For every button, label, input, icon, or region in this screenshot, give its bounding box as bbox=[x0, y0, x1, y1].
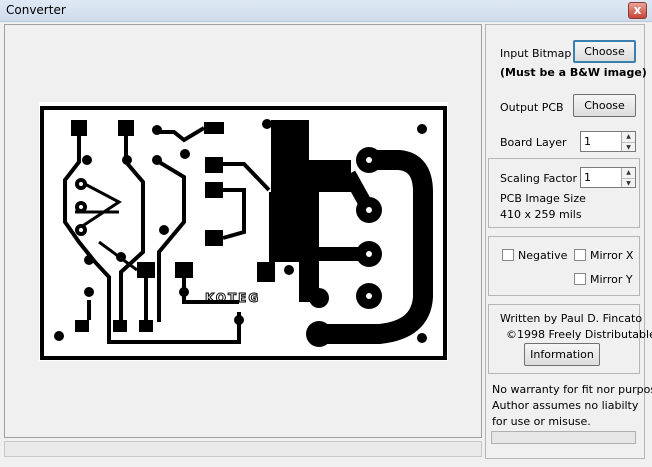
written-by-text: Written by Paul D. Fincato bbox=[500, 312, 643, 325]
pcb-pad-square bbox=[205, 230, 223, 246]
scaling-factor-label: Scaling Factor bbox=[500, 172, 578, 185]
board-layer-label: Board Layer bbox=[500, 136, 567, 149]
input-bitmap-note: (Must be a B&W image) bbox=[500, 66, 647, 79]
spin-down-icon[interactable]: ▼ bbox=[622, 141, 635, 151]
close-button[interactable]: x bbox=[628, 2, 647, 19]
pcb-pad bbox=[309, 288, 329, 308]
negative-checkbox[interactable] bbox=[502, 249, 514, 261]
mirror-y-label: Mirror Y bbox=[590, 273, 633, 286]
warranty-line-3: for use or misuse. bbox=[492, 415, 591, 428]
pcb-bitmap-preview: KOTEG bbox=[39, 102, 448, 361]
pcb-pad-square bbox=[205, 157, 223, 173]
pcb-pad bbox=[82, 155, 92, 165]
copyright-text: ©1998 Freely Distributable bbox=[506, 328, 652, 341]
spin-down-icon[interactable]: ▼ bbox=[622, 177, 635, 187]
progress-bar bbox=[491, 431, 636, 444]
pcb-pad-square bbox=[205, 182, 223, 198]
warranty-line-2: Author assumes no liabilty bbox=[492, 399, 639, 412]
pcb-pad-square bbox=[71, 120, 87, 136]
pcb-hole-inner bbox=[366, 207, 372, 213]
pcb-hole-inner bbox=[366, 251, 372, 257]
board-layer-input[interactable] bbox=[581, 132, 619, 151]
negative-label: Negative bbox=[518, 249, 568, 262]
pcb-pad-white bbox=[79, 228, 83, 232]
input-bitmap-choose-button[interactable]: Choose bbox=[573, 40, 636, 63]
pcb-pad bbox=[234, 315, 244, 325]
pcb-hole bbox=[417, 333, 427, 343]
pcb-pad bbox=[84, 287, 94, 297]
pcb-pad bbox=[152, 125, 162, 135]
pcb-pad bbox=[306, 321, 332, 347]
scaling-factor-spinner[interactable]: ▲ ▼ bbox=[580, 167, 636, 188]
scaling-factor-input[interactable] bbox=[581, 168, 619, 187]
pcb-image-size-label: PCB Image Size bbox=[500, 192, 586, 205]
pcb-pad-square bbox=[204, 122, 224, 134]
pcb-hole bbox=[54, 331, 64, 341]
pcb-pad-square bbox=[175, 262, 193, 278]
pcb-hole-inner bbox=[366, 157, 372, 163]
input-bitmap-label: Input Bitmap bbox=[500, 47, 572, 60]
pcb-pad bbox=[84, 255, 94, 265]
pcb-pad-white bbox=[79, 182, 83, 186]
pcb-hole bbox=[262, 119, 272, 129]
pcb-hole-inner bbox=[366, 293, 372, 299]
pcb-pad-square bbox=[118, 120, 134, 136]
board-layer-spinner[interactable]: ▲ ▼ bbox=[580, 131, 636, 152]
pcb-pad bbox=[159, 225, 169, 235]
pcb-pad bbox=[179, 287, 189, 297]
mirror-x-label: Mirror X bbox=[590, 249, 634, 262]
pcb-image-size-value: 410 x 259 mils bbox=[500, 208, 582, 221]
warranty-line-1: No warranty for fit nor purpose bbox=[492, 383, 652, 396]
window-title: Converter bbox=[6, 3, 66, 17]
pcb-pad bbox=[116, 252, 126, 262]
pcb-pad-white bbox=[79, 205, 83, 209]
output-pcb-label: Output PCB bbox=[500, 101, 564, 114]
mirror-x-checkbox[interactable] bbox=[574, 249, 586, 261]
spin-up-icon[interactable]: ▲ bbox=[622, 132, 635, 142]
pcb-pad bbox=[180, 149, 190, 159]
output-pcb-choose-button[interactable]: Choose bbox=[573, 94, 636, 117]
mirror-y-checkbox[interactable] bbox=[574, 273, 586, 285]
pcb-pad-square bbox=[139, 320, 153, 332]
pcb-pad-square bbox=[75, 320, 89, 332]
pcb-hole bbox=[417, 124, 427, 134]
pcb-pad-square bbox=[257, 262, 275, 282]
information-button[interactable]: Information bbox=[524, 343, 600, 366]
pcb-label-text: KOTEG bbox=[205, 291, 260, 305]
pcb-pad bbox=[152, 155, 162, 165]
close-icon: x bbox=[633, 3, 642, 17]
title-bar: Converter x bbox=[0, 0, 652, 22]
spin-up-icon[interactable]: ▲ bbox=[622, 168, 635, 178]
status-strip bbox=[4, 441, 482, 457]
options-group bbox=[488, 236, 640, 296]
pcb-block bbox=[269, 192, 319, 262]
pcb-pad bbox=[284, 265, 294, 275]
pcb-pad bbox=[122, 155, 132, 165]
pcb-pad-square bbox=[137, 262, 155, 278]
